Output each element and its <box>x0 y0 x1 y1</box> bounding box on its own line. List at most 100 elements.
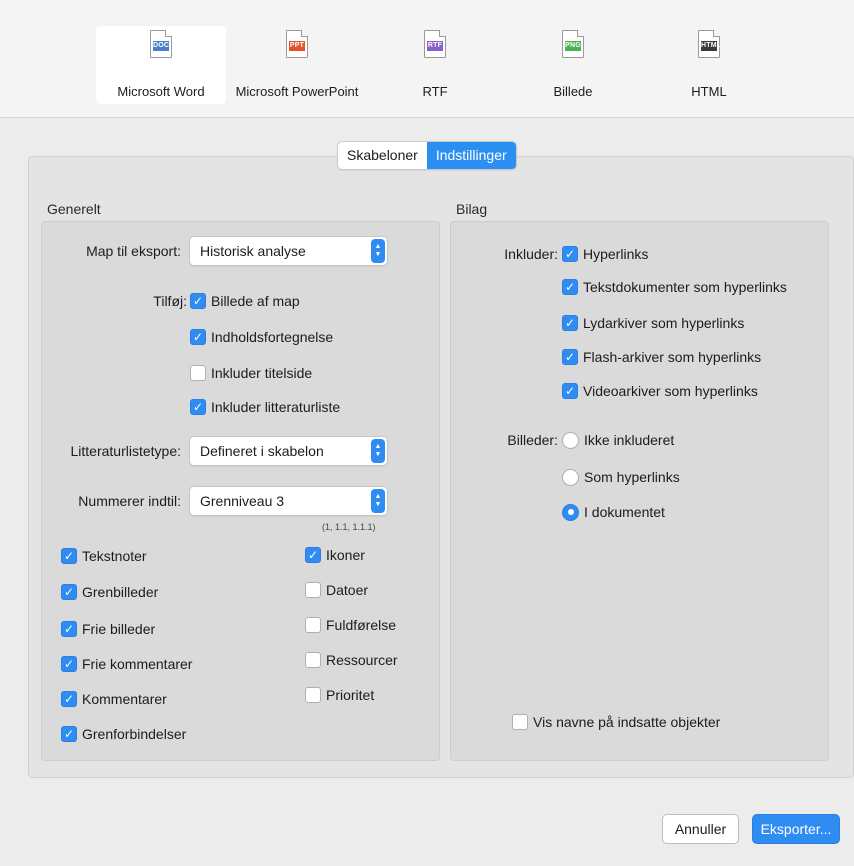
radio-unselected-icon[interactable] <box>562 468 579 486</box>
check-label: Grenforbindelser <box>82 726 187 742</box>
general-section-title: Generelt <box>47 201 101 217</box>
check-label: Prioritet <box>326 687 375 703</box>
checkbox-checked-icon[interactable]: ✓ <box>61 656 77 672</box>
checkbox-unchecked-icon[interactable] <box>305 582 321 598</box>
add-option-label: Inkluder litteraturliste <box>211 399 341 415</box>
format-image[interactable]: PNG Billede <box>508 26 638 104</box>
attachments-group-box <box>450 221 829 761</box>
checkbox-checked-icon[interactable]: ✓ <box>562 349 578 365</box>
cancel-button[interactable]: Annuller <box>662 814 739 844</box>
tab-control: Skabeloner Indstillinger <box>337 141 517 170</box>
check-label: Frie kommentarer <box>82 656 193 672</box>
include-option-label: Videoarkiver som hyperlinks <box>583 383 758 399</box>
checkbox-checked-icon[interactable]: ✓ <box>562 383 578 399</box>
add-option-label: Indholdsfortegnelse <box>211 329 334 345</box>
format-powerpoint[interactable]: PPT Microsoft PowerPoint <box>232 26 362 104</box>
include-text-documents[interactable]: ✓ Tekstdokumenter som hyperlinks <box>562 276 787 298</box>
check-branch-images[interactable]: ✓ Grenbilleder <box>61 581 158 603</box>
checkbox-unchecked-icon[interactable] <box>190 365 206 381</box>
png-file-icon: PNG <box>562 30 584 58</box>
images-option-label: Ikke inkluderet <box>584 432 675 448</box>
radio-unselected-icon[interactable] <box>562 431 579 449</box>
bibliography-type-value: Defineret i skabelon <box>200 443 324 459</box>
check-resources[interactable]: Ressourcer <box>305 649 398 671</box>
images-option-label: Som hyperlinks <box>584 469 680 485</box>
check-comments[interactable]: ✓ Kommentarer <box>61 688 167 710</box>
include-option-label: Flash-arkiver som hyperlinks <box>583 349 762 365</box>
updown-arrows-icon: ▲ ▼ <box>371 239 385 263</box>
images-as-hyperlinks[interactable]: Som hyperlinks <box>562 466 680 488</box>
checkbox-unchecked-icon[interactable] <box>305 652 321 668</box>
check-label: Fuldførelse <box>326 617 397 633</box>
check-icons[interactable]: ✓ Ikoner <box>305 544 365 566</box>
format-html-label: HTML <box>691 84 727 99</box>
checkbox-unchecked-icon[interactable] <box>512 714 528 730</box>
checkbox-checked-icon[interactable]: ✓ <box>562 315 578 331</box>
add-option-title-page[interactable]: Inkluder titelside <box>190 362 312 384</box>
images-in-document[interactable]: I dokumentet <box>562 501 665 523</box>
check-label: Kommentarer <box>82 691 167 707</box>
include-label: Inkluder: <box>504 246 558 262</box>
add-option-label: Inkluder titelside <box>211 365 313 381</box>
check-completion[interactable]: Fuldførelse <box>305 614 396 636</box>
images-option-label: I dokumentet <box>584 504 665 520</box>
ppt-file-icon: PPT <box>286 30 308 58</box>
radio-selected-icon[interactable] <box>562 503 579 521</box>
attachments-section-title: Bilag <box>456 201 488 217</box>
add-option-map-image[interactable]: ✓ Billede af map <box>190 290 300 312</box>
include-video-archives[interactable]: ✓ Videoarkiver som hyperlinks <box>562 380 758 402</box>
number-until-label: Nummerer indtil: <box>78 493 181 509</box>
check-free-images[interactable]: ✓ Frie billeder <box>61 618 155 640</box>
check-text-notes[interactable]: ✓ Tekstnoter <box>61 545 147 567</box>
map-export-value: Historisk analyse <box>200 243 306 259</box>
checkbox-unchecked-icon[interactable] <box>305 687 321 703</box>
include-flash-archives[interactable]: ✓ Flash-arkiver som hyperlinks <box>562 346 761 368</box>
checkbox-checked-icon[interactable]: ✓ <box>61 726 77 742</box>
checkbox-checked-icon[interactable]: ✓ <box>61 584 77 600</box>
images-label: Billeder: <box>507 432 558 448</box>
checkbox-checked-icon[interactable]: ✓ <box>562 279 578 295</box>
add-label: Tilføj: <box>153 293 187 309</box>
check-free-comments[interactable]: ✓ Frie kommentarer <box>61 653 192 675</box>
add-option-toc[interactable]: ✓ Indholdsfortegnelse <box>190 326 333 348</box>
checkbox-checked-icon[interactable]: ✓ <box>190 293 206 309</box>
checkbox-checked-icon[interactable]: ✓ <box>190 329 206 345</box>
bibliography-type-select[interactable]: Defineret i skabelon ▲ ▼ <box>189 436 388 466</box>
check-label: Ressourcer <box>326 652 398 668</box>
check-priority[interactable]: Prioritet <box>305 684 374 706</box>
checkbox-checked-icon[interactable]: ✓ <box>61 691 77 707</box>
map-export-label: Map til eksport: <box>86 243 181 259</box>
images-not-included[interactable]: Ikke inkluderet <box>562 429 674 451</box>
show-object-names[interactable]: Vis navne på indsatte objekter <box>512 711 720 733</box>
checkbox-checked-icon[interactable]: ✓ <box>305 547 321 563</box>
show-object-names-label: Vis navne på indsatte objekter <box>533 714 721 730</box>
map-export-select[interactable]: Historisk analyse ▲ ▼ <box>189 236 388 266</box>
checkbox-unchecked-icon[interactable] <box>305 617 321 633</box>
format-html[interactable]: HTML HTML <box>644 26 774 104</box>
check-branch-connections[interactable]: ✓ Grenforbindelser <box>61 723 186 745</box>
number-until-select[interactable]: Grenniveau 3 ▲ ▼ <box>189 486 388 516</box>
add-option-bibliography[interactable]: ✓ Inkluder litteraturliste <box>190 396 340 418</box>
doc-file-icon: DOC <box>150 30 172 58</box>
tab-settings[interactable]: Indstillinger <box>426 142 516 169</box>
format-word[interactable]: DOC Microsoft Word <box>96 26 226 104</box>
numbering-hint: (1, 1.1, 1.1.1) <box>322 522 376 532</box>
checkbox-checked-icon[interactable]: ✓ <box>190 399 206 415</box>
rtf-file-icon: RTF <box>424 30 446 58</box>
include-option-label: Hyperlinks <box>583 246 649 262</box>
check-label: Frie billeder <box>82 621 156 637</box>
add-option-label: Billede af map <box>211 293 300 309</box>
include-audio-archives[interactable]: ✓ Lydarkiver som hyperlinks <box>562 312 744 334</box>
checkbox-checked-icon[interactable]: ✓ <box>61 621 77 637</box>
export-button[interactable]: Eksporter... <box>752 814 840 844</box>
check-label: Tekstnoter <box>82 548 147 564</box>
bibliography-type-label: Litteraturlistetype: <box>70 443 182 459</box>
include-hyperlinks[interactable]: ✓ Hyperlinks <box>562 243 648 265</box>
check-dates[interactable]: Datoer <box>305 579 368 601</box>
format-rtf[interactable]: RTF RTF <box>370 26 500 104</box>
checkbox-checked-icon[interactable]: ✓ <box>562 246 578 262</box>
tab-templates[interactable]: Skabeloner <box>338 142 427 169</box>
updown-arrows-icon: ▲ ▼ <box>371 439 385 463</box>
format-toolbar: DOC Microsoft Word PPT Microsoft PowerPo… <box>0 0 854 118</box>
checkbox-checked-icon[interactable]: ✓ <box>61 548 77 564</box>
